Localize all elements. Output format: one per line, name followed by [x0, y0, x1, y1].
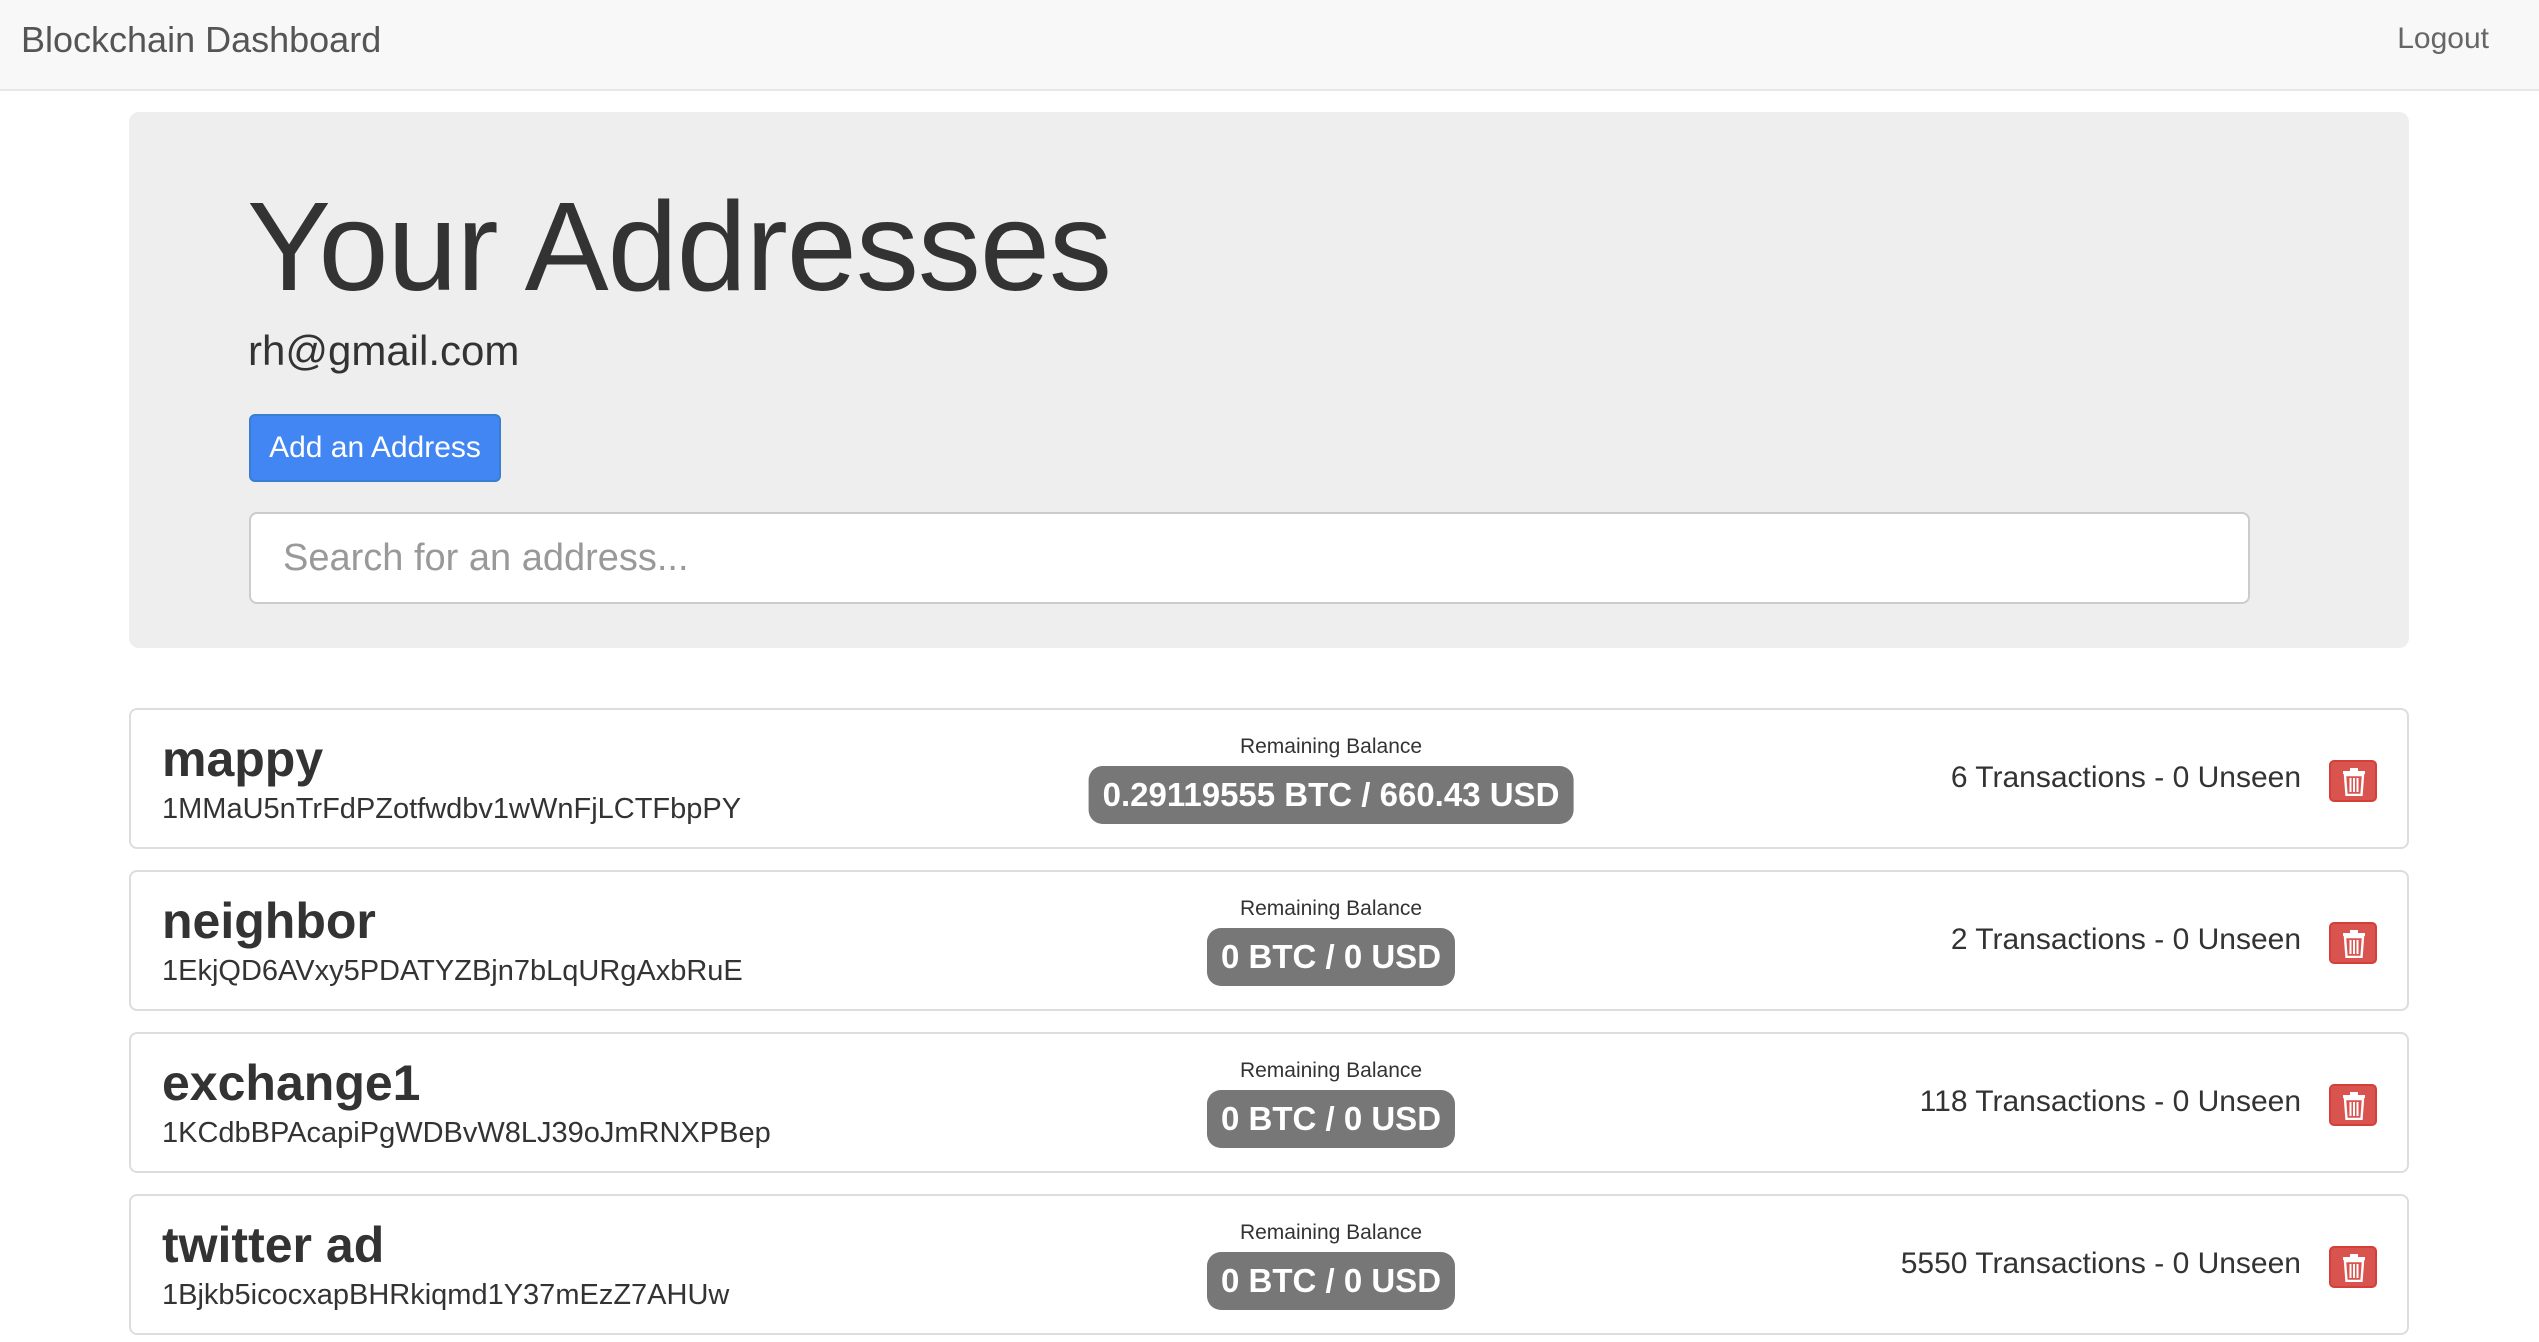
- user-email: rh@gmail.com: [248, 327, 520, 374]
- trash-icon: [2343, 1254, 2365, 1282]
- address-name: exchange1: [162, 1055, 421, 1111]
- search-input[interactable]: [249, 512, 2250, 604]
- header-panel: Your Addresses rh@gmail.com Add an Addre…: [129, 112, 2409, 648]
- delete-address-button[interactable]: [2329, 922, 2377, 964]
- brand-link[interactable]: Blockchain Dashboard: [21, 19, 381, 61]
- balance-badge: 0 BTC / 0 USD: [1206, 928, 1456, 986]
- transaction-count: 2 Transactions - 0 Unseen: [1950, 923, 2301, 956]
- balance-badge: 0.29119555 BTC / 660.43 USD: [1088, 766, 1574, 824]
- address-hash: 1Bjkb5icocxapBHRkiqmd1Y37mEzZ7AHUw: [162, 1279, 730, 1311]
- trash-icon: [2343, 1092, 2365, 1120]
- trash-icon: [2343, 930, 2365, 958]
- address-card: exchange1 1KCdbBPAcapiPgWDBvW8LJ39oJmRNX…: [129, 1032, 2409, 1173]
- balance-label: Remaining Balance: [1239, 897, 1423, 920]
- delete-address-button[interactable]: [2329, 1246, 2377, 1288]
- transaction-count: 118 Transactions - 0 Unseen: [1919, 1085, 2301, 1118]
- balance-badge: 0 BTC / 0 USD: [1206, 1252, 1456, 1310]
- delete-address-button[interactable]: [2329, 760, 2377, 802]
- balance-label: Remaining Balance: [1239, 1059, 1423, 1082]
- address-card: twitter ad 1Bjkb5icocxapBHRkiqmd1Y37mEzZ…: [129, 1194, 2409, 1335]
- balance-badge: 0 BTC / 0 USD: [1206, 1090, 1456, 1148]
- logout-link[interactable]: Logout: [2397, 20, 2489, 58]
- transaction-count: 5550 Transactions - 0 Unseen: [1900, 1247, 2301, 1280]
- trash-icon: [2343, 768, 2365, 796]
- address-name: neighbor: [162, 893, 376, 949]
- address-card: neighbor 1EkjQD6AVxy5PDATYZBjn7bLqURgAxb…: [129, 870, 2409, 1011]
- navbar: Blockchain Dashboard Logout: [0, 0, 2539, 91]
- address-card: mappy 1MMaU5nTrFdPZotfwdbv1wWnFjLCTFbpPY…: [129, 708, 2409, 849]
- address-hash: 1EkjQD6AVxy5PDATYZBjn7bLqURgAxbRuE: [162, 955, 743, 987]
- address-name: mappy: [162, 731, 324, 787]
- balance-label: Remaining Balance: [1239, 1221, 1423, 1244]
- address-hash: 1MMaU5nTrFdPZotfwdbv1wWnFjLCTFbpPY: [162, 793, 742, 825]
- balance-label: Remaining Balance: [1239, 735, 1423, 758]
- address-hash: 1KCdbBPAcapiPgWDBvW8LJ39oJmRNXPBep: [162, 1117, 771, 1149]
- page-title: Your Addresses: [247, 176, 1112, 317]
- delete-address-button[interactable]: [2329, 1084, 2377, 1126]
- add-address-button[interactable]: Add an Address: [249, 414, 501, 482]
- address-name: twitter ad: [162, 1217, 385, 1273]
- transaction-count: 6 Transactions - 0 Unseen: [1950, 761, 2301, 794]
